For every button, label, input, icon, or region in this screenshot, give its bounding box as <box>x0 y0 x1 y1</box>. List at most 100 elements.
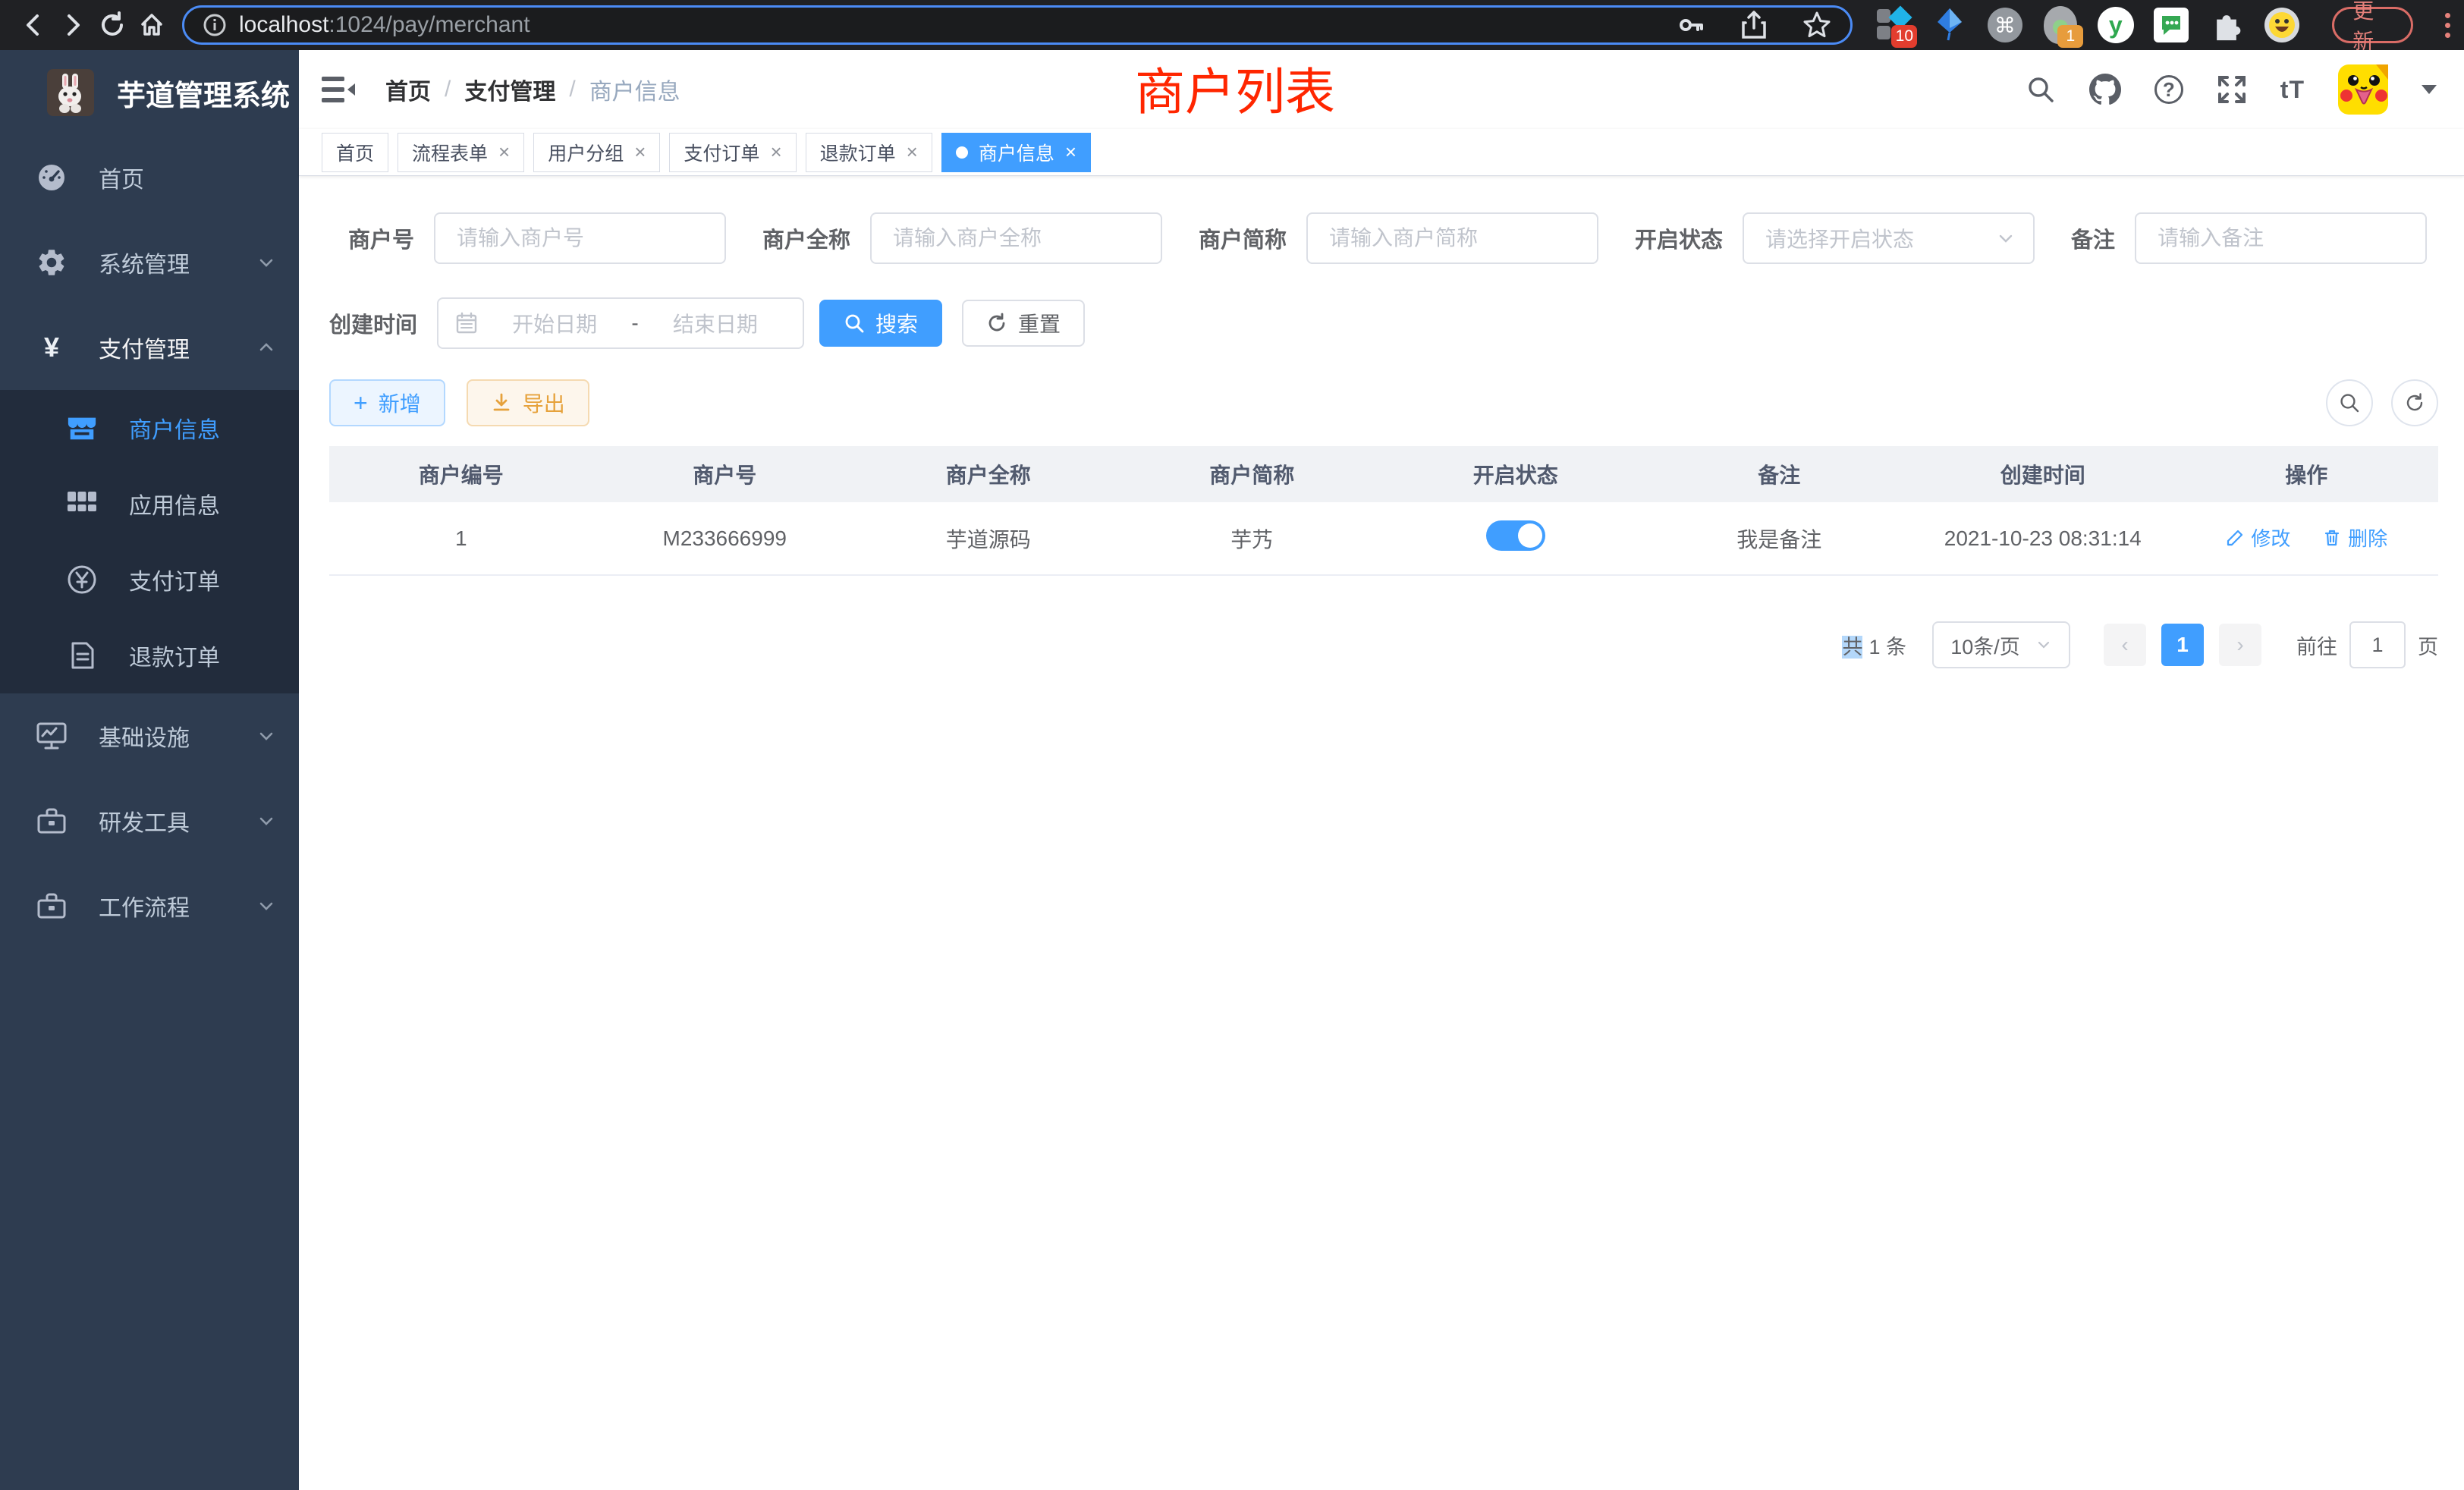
grid-table-icon <box>64 491 100 517</box>
delete-link[interactable]: 删除 <box>2322 523 2387 552</box>
reset-button[interactable]: 重置 <box>962 300 1085 347</box>
chevron-down-icon <box>256 811 276 831</box>
merchant-table: 商户编号 商户号 商户全称 商户简称 开启状态 备注 创建时间 操作 1 M23… <box>329 446 2438 576</box>
extension-grid-icon[interactable]: 10 <box>1875 5 1912 45</box>
tab-process-form[interactable]: 流程表单 × <box>398 133 524 172</box>
sidebar-item-merchant-info[interactable]: 商户信息 <box>0 390 299 466</box>
site-info-icon[interactable] <box>203 13 227 37</box>
forward-icon[interactable] <box>53 5 93 45</box>
page-size-select[interactable]: 10条/页 <box>1932 621 2070 668</box>
breadcrumb-item-current: 商户信息 <box>589 73 680 106</box>
url-path: :1024/pay/merchant <box>328 12 530 38</box>
sidebar-item-pay[interactable]: ¥ 支付管理 <box>0 305 299 390</box>
sidebar-item-infra[interactable]: 基础设施 <box>0 693 299 778</box>
extension-chat-icon[interactable] <box>2152 5 2189 45</box>
extension-yudao-icon[interactable]: y <box>2097 5 2134 45</box>
browser-chrome: localhost :1024/pay/merchant 10 <box>0 0 2464 50</box>
next-page-button[interactable]: › <box>2219 624 2261 666</box>
sidebar-item-home[interactable]: 首页 <box>0 135 299 220</box>
home-icon[interactable] <box>132 5 171 45</box>
edit-link[interactable]: 修改 <box>2225 523 2290 552</box>
sidebar-item-refund-order[interactable]: 退款订单 <box>0 618 299 693</box>
browser-update-button[interactable]: 更新 <box>2332 7 2413 43</box>
url-host: localhost <box>239 12 328 38</box>
extensions-puzzle-icon[interactable] <box>2208 5 2245 45</box>
close-icon[interactable]: × <box>1065 140 1076 164</box>
filter-label-status: 开启状态 <box>1635 222 1723 254</box>
browser-menu-icon[interactable] <box>2445 13 2450 38</box>
reload-icon[interactable] <box>93 5 132 45</box>
fullscreen-icon[interactable] <box>2217 74 2247 105</box>
goto-unit-label: 页 <box>2418 630 2438 660</box>
close-icon[interactable]: × <box>770 140 781 164</box>
tab-merchant-info-active[interactable]: 商户信息 × <box>941 133 1091 172</box>
merchant-no-input[interactable] <box>434 212 726 264</box>
tab-user-group[interactable]: 用户分组 × <box>533 133 660 172</box>
sidebar-item-label: 研发工具 <box>99 804 190 838</box>
search-button[interactable]: 搜索 <box>819 300 942 347</box>
status-select[interactable]: 请选择开启状态 <box>1743 212 2035 264</box>
back-icon[interactable] <box>14 5 53 45</box>
tags-view-bar: 首页 流程表单 × 用户分组 × 支付订单 × 退款订单 × 商户信息 × <box>299 129 2464 176</box>
extension-kite-icon[interactable] <box>1931 5 1968 45</box>
tab-home[interactable]: 首页 <box>322 133 388 172</box>
help-icon[interactable]: ? <box>2154 75 2183 104</box>
font-size-icon[interactable]: tT <box>2280 76 2305 104</box>
extension-blob-icon[interactable]: 1 <box>2041 5 2079 45</box>
hamburger-collapse-icon[interactable] <box>322 75 355 104</box>
share-icon[interactable] <box>1740 10 1768 40</box>
cell-create-time: 2021-10-23 08:31:14 <box>1911 502 2175 575</box>
page-content: 商户号 商户全称 商户简称 开启状态 请选择开启状态 <box>299 176 2464 1490</box>
sidebar-item-pay-order[interactable]: 支付订单 <box>0 542 299 618</box>
chevron-down-icon <box>256 253 276 272</box>
sidebar-item-system[interactable]: 系统管理 <box>0 220 299 305</box>
avatar-caret-icon[interactable] <box>2422 85 2437 94</box>
sidebar-item-label: 应用信息 <box>129 487 220 520</box>
password-key-icon[interactable] <box>1676 10 1706 40</box>
github-icon[interactable] <box>2089 74 2121 105</box>
remark-input[interactable] <box>2135 212 2427 264</box>
extension-command-icon[interactable]: ⌘ <box>1986 5 2023 45</box>
sidebar-item-dev-tools[interactable]: 研发工具 <box>0 778 299 863</box>
goto-label: 前往 <box>2296 630 2337 660</box>
sidebar-item-workflow[interactable]: 工作流程 <box>0 863 299 948</box>
toggle-search-button[interactable] <box>2326 379 2373 426</box>
address-bar[interactable]: localhost :1024/pay/merchant <box>182 5 1853 45</box>
filter-label-full-name: 商户全称 <box>762 222 850 254</box>
short-name-input[interactable] <box>1306 212 1598 264</box>
browser-profile-avatar[interactable] <box>2263 5 2300 45</box>
status-toggle[interactable] <box>1486 520 1545 551</box>
filter-label-remark: 备注 <box>2071 222 2115 254</box>
prev-page-button[interactable]: ‹ <box>2104 624 2146 666</box>
breadcrumb-item[interactable]: 支付管理 <box>464 73 555 106</box>
user-avatar[interactable] <box>2338 64 2388 115</box>
storefront-icon <box>64 413 100 443</box>
start-date-placeholder: 开始日期 <box>484 308 625 338</box>
header-search-icon[interactable] <box>2026 74 2056 105</box>
goto-page-input[interactable] <box>2349 621 2406 668</box>
close-icon[interactable]: × <box>907 140 918 164</box>
bookmark-star-icon[interactable] <box>1802 10 1832 40</box>
page-number-button[interactable]: 1 <box>2161 624 2204 666</box>
filter-label-create-time: 创建时间 <box>329 307 417 339</box>
sidebar-item-label: 退款订单 <box>129 639 220 672</box>
add-button[interactable]: + 新增 <box>329 379 445 426</box>
refresh-table-button[interactable] <box>2391 379 2438 426</box>
sidebar-item-label: 首页 <box>99 161 144 194</box>
cell-status <box>1384 502 1648 575</box>
end-date-placeholder: 结束日期 <box>645 308 786 338</box>
monitor-chart-icon <box>33 721 70 751</box>
annotation-merchant-list: 商户列表 <box>1135 52 1335 124</box>
tab-refund-order[interactable]: 退款订单 × <box>806 133 932 172</box>
export-button[interactable]: 导出 <box>467 379 589 426</box>
close-icon[interactable]: × <box>498 140 510 164</box>
breadcrumb-item[interactable]: 首页 <box>385 73 431 106</box>
cell-merchant-no: M233666999 <box>593 502 857 575</box>
close-icon[interactable]: × <box>634 140 646 164</box>
sidebar-item-app-info[interactable]: 应用信息 <box>0 466 299 542</box>
create-time-range-picker[interactable]: 开始日期 - 结束日期 <box>437 297 804 349</box>
tab-pay-order[interactable]: 支付订单 × <box>669 133 796 172</box>
cell-full-name: 芋道源码 <box>856 502 1120 575</box>
breadcrumb-separator: / <box>445 77 451 102</box>
full-name-input[interactable] <box>870 212 1162 264</box>
